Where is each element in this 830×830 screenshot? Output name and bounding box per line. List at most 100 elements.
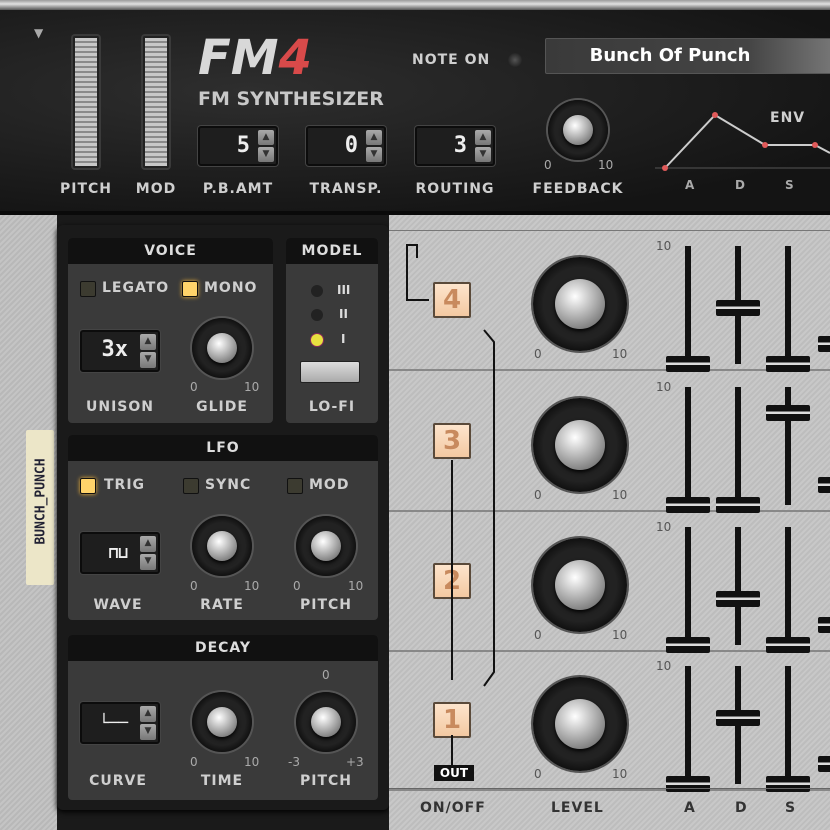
operator-level-knob[interactable] bbox=[533, 538, 627, 632]
lfo-pitch-max: 10 bbox=[348, 579, 364, 593]
decay-pitch-knob[interactable] bbox=[296, 692, 356, 752]
glide-min: 0 bbox=[190, 380, 198, 394]
down-arrow-icon[interactable]: ▼ bbox=[140, 724, 156, 740]
s-slider-handle[interactable] bbox=[766, 356, 810, 372]
down-arrow-icon[interactable]: ▼ bbox=[258, 147, 274, 162]
footer-a: A bbox=[684, 800, 696, 816]
up-arrow-icon[interactable]: ▲ bbox=[475, 130, 491, 145]
lfo-mod-led[interactable] bbox=[287, 478, 303, 494]
decay-pitch-max: +3 bbox=[346, 755, 364, 769]
trig-led[interactable] bbox=[80, 478, 96, 494]
wave-display[interactable]: ⊓⊔ ▲ ▼ bbox=[80, 532, 160, 574]
lfo-pitch-knob[interactable] bbox=[296, 516, 356, 576]
transp-label: TRANSP. bbox=[309, 181, 383, 197]
a-slider-track[interactable] bbox=[685, 246, 691, 364]
mono-led[interactable] bbox=[182, 281, 198, 297]
lofi-button[interactable] bbox=[300, 361, 360, 383]
glide-knob[interactable] bbox=[192, 318, 252, 378]
feedback-min: 0 bbox=[544, 158, 552, 172]
routing-display[interactable]: 3 ▲ ▼ bbox=[415, 126, 495, 166]
square-wave-icon: ⊓⊔ bbox=[108, 543, 128, 562]
operator-level-knob[interactable] bbox=[533, 398, 627, 492]
unison-display[interactable]: 3x ▲ ▼ bbox=[80, 330, 160, 372]
d-slider-track[interactable] bbox=[735, 387, 741, 505]
a-slider-handle[interactable] bbox=[666, 497, 710, 513]
level-max: 10 bbox=[612, 767, 628, 781]
d-slider-handle[interactable] bbox=[716, 591, 760, 608]
lfo-rate-knob[interactable] bbox=[192, 516, 252, 576]
curve-display[interactable]: └── ▲ ▼ bbox=[80, 702, 160, 744]
rate-label: RATE bbox=[200, 597, 244, 613]
feedback-knob[interactable] bbox=[548, 100, 608, 160]
down-arrow-icon[interactable]: ▼ bbox=[366, 147, 382, 162]
a-slider-track[interactable] bbox=[685, 527, 691, 645]
r-slider-handle[interactable] bbox=[818, 756, 830, 772]
glide-label: GLIDE bbox=[196, 399, 248, 415]
logo-subtitle: FM SYNTHESIZER bbox=[198, 88, 384, 110]
up-arrow-icon[interactable]: ▲ bbox=[140, 334, 156, 350]
patch-tape: BUNCH_PUNCH bbox=[26, 430, 54, 585]
pb-amt-display[interactable]: 5 ▲ ▼ bbox=[198, 126, 278, 166]
sync-led[interactable] bbox=[183, 478, 199, 494]
rate-min: 0 bbox=[190, 579, 198, 593]
a-slider-track[interactable] bbox=[685, 387, 691, 505]
s-slider-track[interactable] bbox=[785, 666, 791, 784]
model-option-1: I bbox=[341, 332, 346, 346]
up-arrow-icon[interactable]: ▲ bbox=[140, 536, 156, 552]
legato-led[interactable] bbox=[80, 281, 96, 297]
footer-divider bbox=[389, 788, 830, 789]
model-radio-3[interactable] bbox=[311, 285, 323, 297]
level-min: 0 bbox=[534, 767, 542, 781]
model-radio-1[interactable] bbox=[311, 334, 323, 346]
a-slider-track[interactable] bbox=[685, 666, 691, 784]
level-min: 0 bbox=[534, 628, 542, 642]
mod-wheel[interactable] bbox=[143, 36, 169, 168]
operator-top-rail bbox=[389, 215, 830, 231]
feedback-label: FEEDBACK bbox=[532, 181, 624, 197]
d-slider-handle[interactable] bbox=[716, 497, 760, 513]
a-slider-handle[interactable] bbox=[666, 776, 710, 792]
routing-label: ROUTING bbox=[415, 181, 495, 197]
d-slider-handle[interactable] bbox=[716, 299, 760, 316]
footer-level: LEVEL bbox=[551, 800, 604, 816]
note-on-led bbox=[508, 53, 522, 67]
s-slider-track[interactable] bbox=[785, 527, 791, 645]
window-top-bar bbox=[0, 0, 830, 10]
mod-wheel-label: MOD bbox=[135, 181, 177, 197]
model-radio-2[interactable] bbox=[311, 309, 323, 321]
level-max: 10 bbox=[612, 628, 628, 642]
sync-label: SYNC bbox=[205, 477, 252, 493]
level-max: 10 bbox=[612, 347, 628, 361]
decay-time-knob[interactable] bbox=[192, 692, 252, 752]
up-arrow-icon[interactable]: ▲ bbox=[366, 130, 382, 145]
out-label: OUT bbox=[434, 765, 474, 781]
down-arrow-icon[interactable]: ▼ bbox=[140, 554, 156, 570]
decay-pitch-min: -3 bbox=[288, 755, 300, 769]
decay-pitch-center: 0 bbox=[322, 668, 330, 682]
footer-onoff: ON/OFF bbox=[420, 800, 486, 816]
operator-level-knob[interactable] bbox=[533, 677, 627, 771]
down-arrow-icon[interactable]: ▼ bbox=[475, 147, 491, 162]
a-slider-handle[interactable] bbox=[666, 356, 710, 372]
r-slider-handle[interactable] bbox=[818, 336, 830, 352]
feedback-max: 10 bbox=[598, 158, 614, 172]
r-slider-handle[interactable] bbox=[818, 617, 830, 633]
d-slider-handle[interactable] bbox=[716, 709, 760, 726]
transp-display[interactable]: 0 ▲ ▼ bbox=[306, 126, 386, 166]
pitch-wheel[interactable] bbox=[73, 36, 99, 168]
triangle-down-icon[interactable]: ▼ bbox=[34, 26, 43, 40]
s-slider-handle[interactable] bbox=[766, 776, 810, 792]
slider-max: 10 bbox=[656, 380, 672, 394]
s-slider-handle[interactable] bbox=[766, 405, 810, 422]
patch-name-display[interactable]: Bunch Of Punch bbox=[545, 38, 830, 74]
slider-max: 10 bbox=[656, 239, 672, 253]
up-arrow-icon[interactable]: ▲ bbox=[140, 706, 156, 722]
env-label: ENV bbox=[770, 110, 806, 126]
operator-level-knob[interactable] bbox=[533, 257, 627, 351]
up-arrow-icon[interactable]: ▲ bbox=[258, 130, 274, 145]
r-slider-handle[interactable] bbox=[818, 477, 830, 493]
footer-d: D bbox=[735, 800, 748, 816]
s-slider-track[interactable] bbox=[785, 246, 791, 364]
down-arrow-icon[interactable]: ▼ bbox=[140, 352, 156, 368]
d-slider-track[interactable] bbox=[735, 527, 741, 645]
